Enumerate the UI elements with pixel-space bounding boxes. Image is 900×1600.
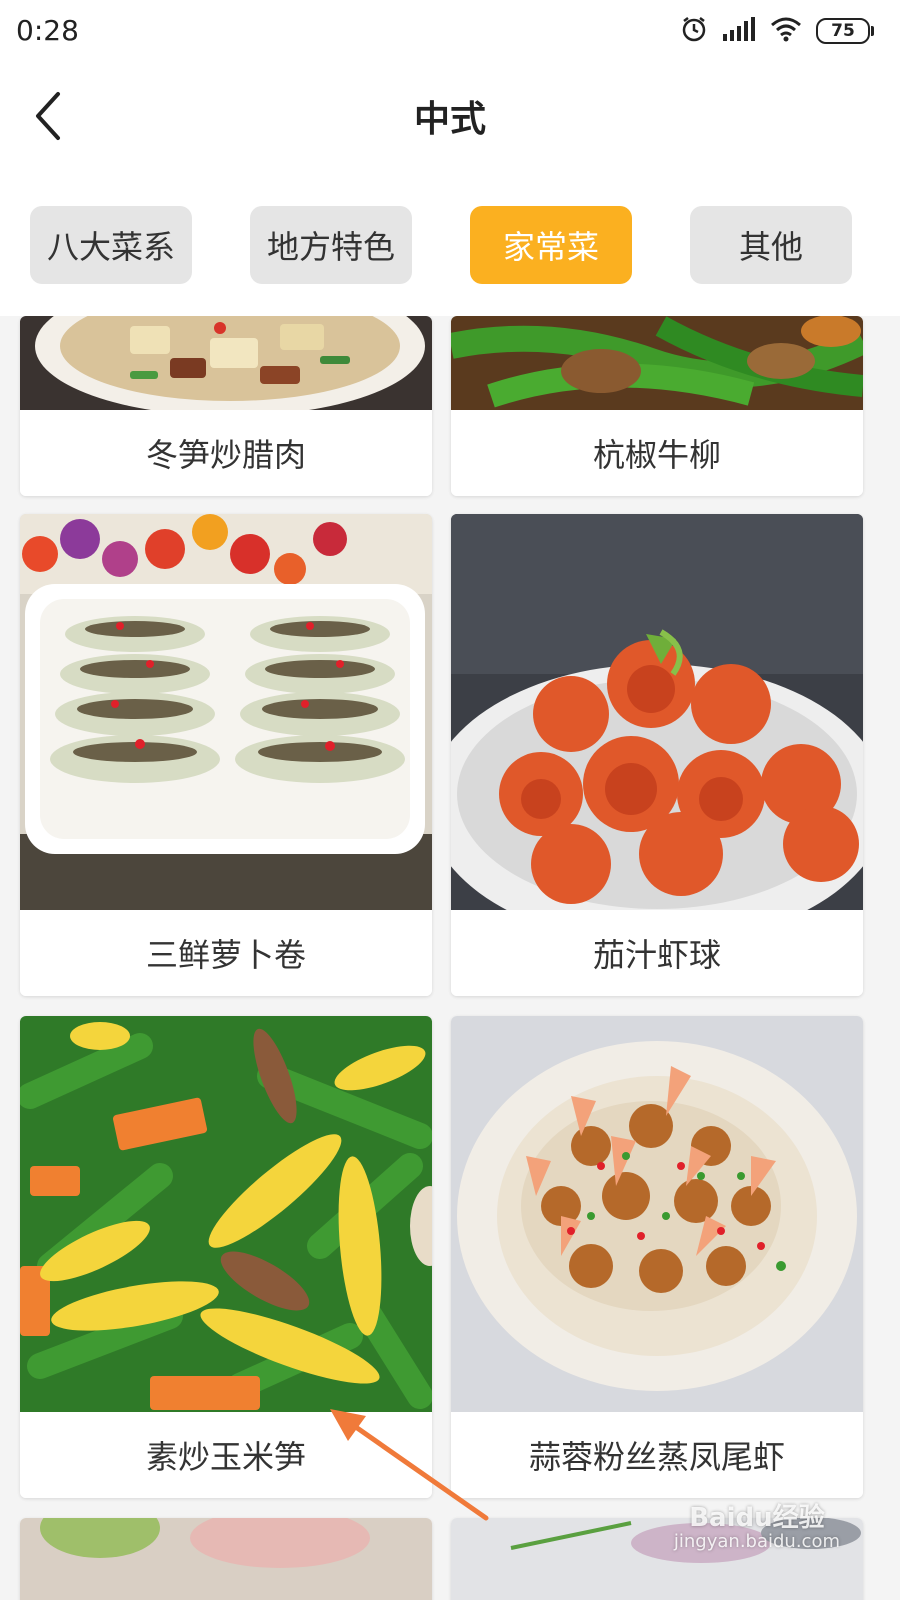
status-time: 0:28 <box>16 14 79 47</box>
tab-eight-cuisines[interactable]: 八大菜系 <box>30 206 192 284</box>
wifi-icon <box>770 16 802 46</box>
status-bar: 0:28 75 <box>0 0 900 62</box>
baidu-watermark: Baidu经验 jingyan.baidu.com <box>673 1502 840 1553</box>
battery-level: 75 <box>831 21 855 41</box>
tab-local-specialties[interactable]: 地方特色 <box>250 206 412 284</box>
tab-home-cooking[interactable]: 家常菜 <box>470 206 632 284</box>
tab-label: 地方特色 <box>266 228 395 266</box>
page-title: 中式 <box>413 99 486 140</box>
status-icons: 75 <box>680 14 874 48</box>
tab-other[interactable]: 其他 <box>690 206 852 284</box>
dish-grid[interactable]: 冬笋炒腊肉 杭椒牛柳 三鲜萝卜卷 茄汁虾球 素炒玉米笋 蒜蓉粉丝蒸凤尾虾 Bai… <box>0 316 900 1600</box>
battery-icon: 75 <box>816 18 874 44</box>
tab-label: 家常菜 <box>502 228 599 266</box>
signal-icon <box>722 16 756 46</box>
alarm-icon <box>680 15 708 47</box>
watermark-brand: Baidu经验 <box>689 1502 825 1533</box>
watermark-url: jingyan.baidu.com <box>673 1531 840 1553</box>
nav-bar: 中式 <box>0 62 900 174</box>
tab-label: 八大菜系 <box>46 228 175 266</box>
category-tabs: 八大菜系 地方特色 家常菜 其他 <box>0 174 900 316</box>
annotation-arrow <box>330 1409 489 1521</box>
tab-label: 其他 <box>738 228 803 266</box>
